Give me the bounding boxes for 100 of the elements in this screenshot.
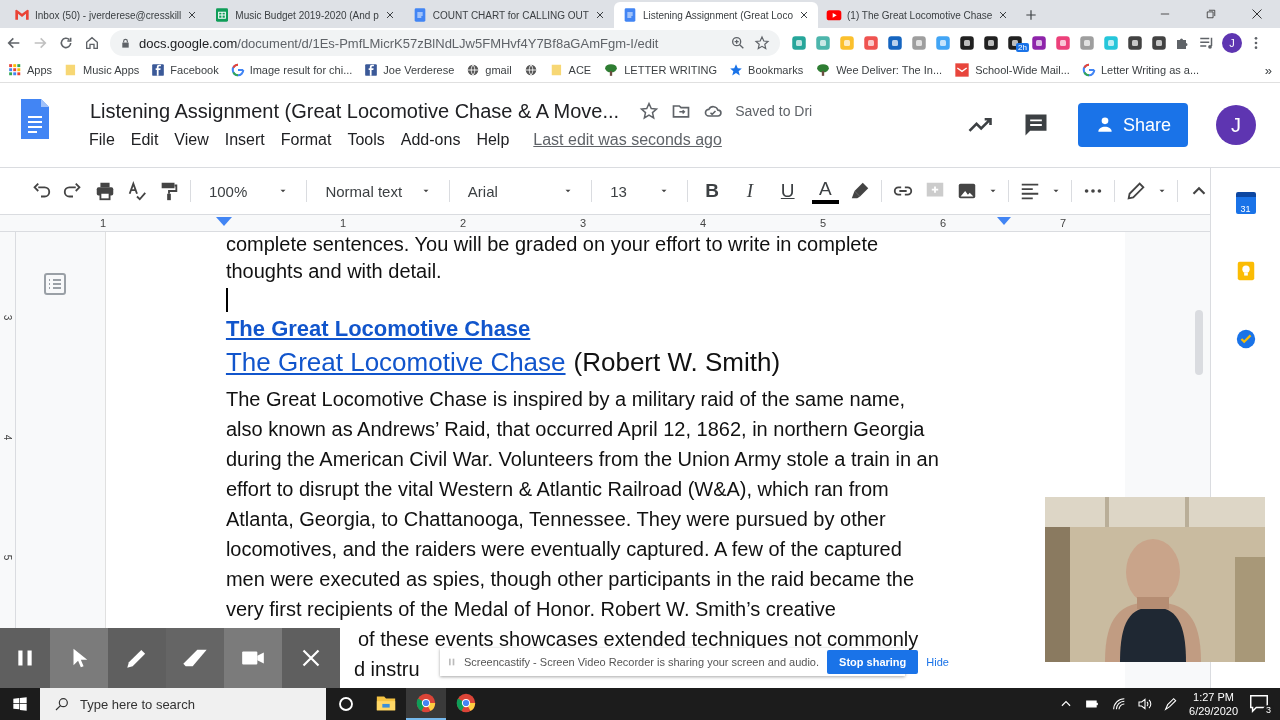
- play-icon: [826, 7, 842, 23]
- bookmark[interactable]: gmail: [466, 63, 512, 77]
- bookmark[interactable]: Facebook: [151, 63, 219, 77]
- underline-button[interactable]: U: [773, 176, 802, 206]
- star-icon[interactable]: [639, 101, 660, 121]
- indent-marker-icon[interactable]: [997, 217, 1011, 226]
- ruler-number: 4: [698, 217, 708, 229]
- hide-link[interactable]: Hide: [926, 656, 949, 668]
- browser-tab[interactable]: Inbox (50) - jverderese@cresskill: [6, 2, 207, 28]
- camera-button[interactable]: [224, 628, 282, 688]
- zoom-icon[interactable]: [730, 35, 746, 51]
- bold-button[interactable]: B: [698, 176, 727, 206]
- bookmark[interactable]: Image result for chi...: [230, 63, 353, 77]
- reload-icon[interactable]: [58, 35, 74, 51]
- bookmark[interactable]: LETTER WRITING: [603, 63, 718, 77]
- share-button[interactable]: Share: [1078, 103, 1188, 147]
- eraser-tool-button[interactable]: [166, 628, 224, 688]
- pen-tool-button[interactable]: [108, 628, 166, 688]
- text-color-button[interactable]: A: [811, 178, 840, 204]
- spellcheck-icon[interactable]: [126, 180, 148, 202]
- browser-tab[interactable]: Listening Assignment (Great Loco: [613, 2, 818, 28]
- style-dropdown[interactable]: Normal text: [317, 182, 439, 200]
- font-dropdown[interactable]: Arial: [459, 182, 582, 200]
- menu-item[interactable]: Format: [274, 128, 338, 151]
- star-icon[interactable]: [754, 35, 770, 51]
- google-icon: [230, 63, 245, 77]
- bookmark[interactable]: Wee Deliver: The In...: [815, 63, 943, 77]
- close-icon[interactable]: [798, 9, 810, 21]
- facebook-icon: [364, 63, 379, 77]
- extension-icon[interactable]: [1150, 34, 1168, 52]
- browser-tab[interactable]: (1) The Great Locomotive Chase: [818, 2, 1018, 28]
- user-avatar[interactable]: J: [1216, 105, 1256, 145]
- pause-button[interactable]: [0, 628, 50, 688]
- sharing-message: Screencastify - Screen Video Recorder is sharing your screen and audio.: [464, 656, 820, 668]
- star-icon: [729, 63, 744, 77]
- zoom-dropdown[interactable]: 100%: [200, 182, 297, 200]
- address-bar[interactable]: docs.google.com/document/d/1Es-PmfLMicrK57zBlNdLJw5FMHvf4Y7Bf8aGAmFgm-I/edit: [110, 30, 780, 56]
- bookmark[interactable]: Music Apps: [64, 63, 140, 77]
- extension-icon[interactable]: [982, 34, 1000, 52]
- heading: The Great Locomotive Chase: [225, 315, 531, 343]
- menu-item[interactable]: Help: [470, 128, 516, 151]
- bookmark[interactable]: Bookmarks: [729, 63, 804, 77]
- taskbar-search-field[interactable]: Type here to search: [40, 688, 326, 720]
- close-button[interactable]: [282, 628, 340, 688]
- ruler-number: 4: [2, 434, 13, 440]
- back-icon[interactable]: [6, 35, 22, 51]
- bookmark[interactable]: Joe Verderese: [364, 63, 455, 77]
- extension-icon[interactable]: [1126, 34, 1144, 52]
- document-title[interactable]: Listening Assignment (Great Locomotive Chase & A Move...: [90, 99, 620, 123]
- bookmark[interactable]: Apps: [8, 63, 53, 77]
- cortana-icon[interactable]: [337, 695, 355, 713]
- close-icon: [301, 648, 321, 668]
- windows-start-icon[interactable]: [12, 696, 28, 712]
- cursor-tool-button[interactable]: [50, 628, 108, 688]
- chrome-icon: [455, 692, 477, 714]
- bookmark[interactable]: School-Wide Mail...: [954, 62, 1070, 78]
- bookmark[interactable]: [523, 63, 538, 77]
- facebook-icon: [151, 63, 166, 77]
- browser-tab[interactable]: COUNT CHART for CALLING OUT: [403, 2, 614, 28]
- menu-item[interactable]: Edit: [124, 128, 165, 151]
- extension-icon[interactable]: [1030, 34, 1048, 52]
- spreadsheet-icon: [214, 7, 231, 23]
- bookmark[interactable]: ACE: [549, 63, 592, 77]
- clock[interactable]: 1:27 PM 6/29/2020: [1189, 690, 1238, 718]
- home-icon[interactable]: [84, 35, 100, 51]
- tasks-icon[interactable]: [1234, 328, 1257, 350]
- mail-icon: [954, 62, 971, 78]
- browser-tab[interactable]: Music Budget 2019-2020 (And p: [206, 2, 404, 28]
- pencil-icon[interactable]: [1125, 180, 1147, 202]
- ruler-number: 2: [458, 217, 468, 229]
- taskbar-app[interactable]: [406, 688, 446, 720]
- bookmark[interactable]: Letter Writing as a...: [1081, 63, 1200, 77]
- profile-avatar[interactable]: J: [1222, 33, 1242, 53]
- more-bookmarks-button[interactable]: »: [1264, 62, 1272, 78]
- restore-icon[interactable]: [1206, 9, 1216, 19]
- body-text: d instru: [353, 657, 420, 682]
- volume-icon[interactable]: [1137, 696, 1154, 712]
- save-status: Saved to Dri: [735, 103, 813, 119]
- stop-sharing-button[interactable]: Stop sharing: [827, 650, 919, 674]
- body-text: complete sentences. You will be graded on your effort to write in complete: [225, 233, 879, 255]
- font-size-dropdown[interactable]: 13: [602, 182, 678, 200]
- calendar-icon[interactable]: 31: [1235, 192, 1256, 214]
- scrollbar-thumb[interactable]: [1195, 310, 1203, 375]
- last-edit-link[interactable]: Last edit was seconds ago: [533, 130, 722, 149]
- mail-icon: [14, 7, 30, 23]
- menu-item[interactable]: View: [168, 128, 215, 151]
- menu-item[interactable]: Add-ons: [394, 128, 467, 151]
- menu-item[interactable]: File: [83, 128, 121, 151]
- tree-icon: [603, 63, 620, 77]
- new-tab-icon[interactable]: [1024, 8, 1039, 22]
- extension-icon[interactable]: [958, 34, 976, 52]
- video-link[interactable]: The Great Locomotive Chase: [225, 344, 566, 380]
- italic-button[interactable]: I: [736, 176, 764, 206]
- ruler-number: 5: [2, 554, 13, 560]
- close-icon[interactable]: [1251, 8, 1263, 20]
- menu-item[interactable]: Tools: [341, 128, 391, 151]
- indent-marker-icon[interactable]: [216, 217, 232, 227]
- menu-item[interactable]: Insert: [218, 128, 271, 151]
- docs-logo-icon[interactable]: [18, 97, 52, 141]
- print-icon[interactable]: [94, 180, 116, 202]
